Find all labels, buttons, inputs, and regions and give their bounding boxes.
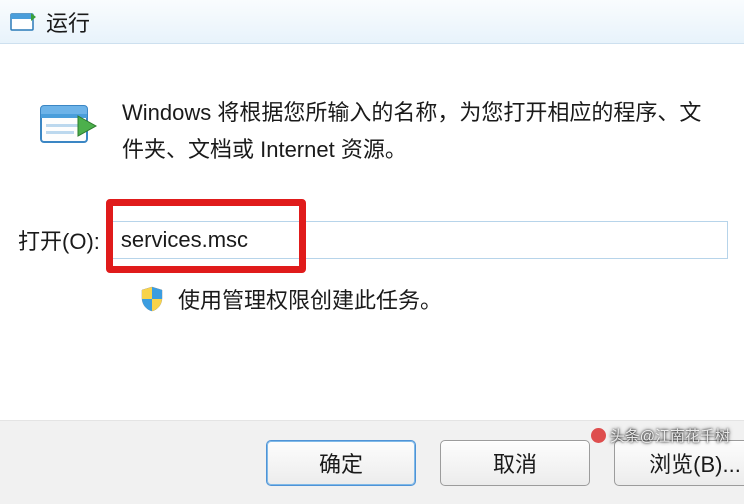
run-program-icon [38, 100, 98, 150]
description-row: Windows 将根据您所输入的名称，为您打开相应的程序、文件夹、文档或 Int… [0, 74, 744, 169]
admin-note-row: 使用管理权限创建此任务。 [0, 259, 744, 315]
run-icon [10, 11, 36, 33]
run-dialog: 运行 Windows 将根据您所输入的名称，为您打开相应的程序、文件夹、文档或 … [0, 0, 744, 504]
shield-icon [140, 286, 164, 312]
watermark: 头条@江南花千树 [591, 425, 730, 446]
watermark-icon [591, 428, 606, 443]
open-row: 打开(O): [0, 169, 744, 259]
watermark-text: 头条@江南花千树 [610, 425, 730, 446]
admin-note-text: 使用管理权限创建此任务。 [178, 283, 442, 315]
dialog-content: Windows 将根据您所输入的名称，为您打开相应的程序、文件夹、文档或 Int… [0, 44, 744, 315]
description-text: Windows 将根据您所输入的名称，为您打开相应的程序、文件夹、文档或 Int… [122, 94, 724, 169]
browse-button[interactable]: 浏览(B)... [614, 440, 744, 486]
ok-button[interactable]: 确定 [266, 440, 416, 486]
cancel-button[interactable]: 取消 [440, 440, 590, 486]
open-label: 打开(O): [18, 224, 100, 256]
window-title: 运行 [46, 6, 90, 38]
titlebar[interactable]: 运行 [0, 0, 744, 44]
open-input[interactable] [110, 221, 728, 259]
